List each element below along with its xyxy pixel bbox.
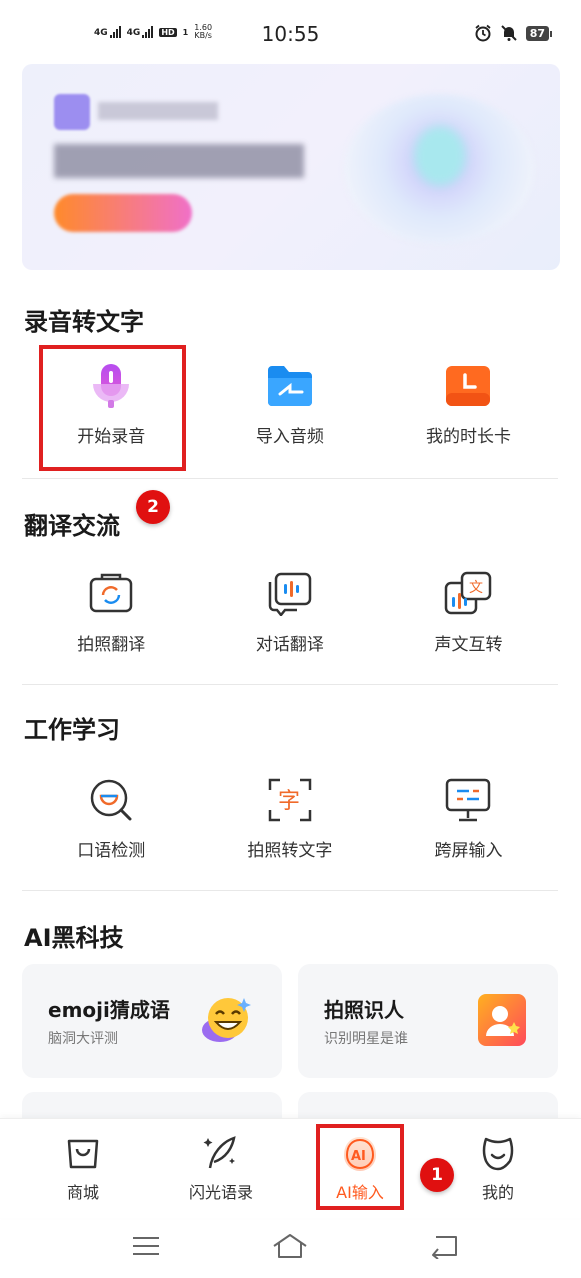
import-audio-label: 导入音频 [255,427,324,447]
nav-quotes[interactable]: 闪光语录 [171,1133,271,1203]
annotation-badge-2: 2 [136,490,170,524]
status-icons: 87 [474,24,553,42]
nav-quotes-label: 闪光语录 [188,1183,253,1202]
cross-screen-icon [444,776,492,824]
translate-grid: 拍照翻译 对话翻译 文 声文互转 [22,570,558,655]
speech-check-icon [87,776,135,824]
banner-title-blur [54,144,304,178]
scan-text-button[interactable]: 字 拍照转文字 [201,776,380,861]
duration-card-label: 我的时长卡 [425,427,511,447]
bottom-navigation: 商城 闪光语录 AI AI输入 我的 [0,1118,581,1218]
banner-cta-button[interactable] [54,194,192,232]
cross-screen-button[interactable]: 跨屏输入 [379,776,558,861]
photo-translate-label: 拍照翻译 [77,635,146,655]
folder-icon [266,362,314,410]
banner-logo [54,94,90,130]
section-title-work: 工作学习 [24,716,120,744]
system-navigation-bar [0,1218,581,1278]
back-icon[interactable] [424,1230,464,1262]
face-recognition-subtitle: 识别明星是谁 [324,1031,408,1047]
nav-shop[interactable]: 商城 [33,1133,133,1203]
status-bar: 4G 4G HD 1 1.60 KB/s 10:55 87 [0,0,581,70]
section-title-translate: 翻译交流 [24,512,120,540]
divider [22,890,558,891]
svg-text:字: 字 [278,789,300,814]
photo-translate-button[interactable]: 拍照翻译 [22,570,201,655]
emoji-idiom-subtitle: 脑洞大评测 [48,1031,118,1047]
divider [22,478,558,479]
quill-sparkle-icon [201,1133,241,1173]
nav-shop-label: 商城 [66,1183,99,1202]
nav-profile-label: 我的 [481,1183,514,1202]
voice-text-convert-label: 声文互转 [434,635,503,655]
face-recognition-card[interactable]: 拍照识人 识别明星是谁 [298,964,558,1078]
import-audio-button[interactable]: 导入音频 [201,362,380,447]
banner-mascot-glow [414,126,466,186]
camera-translate-icon [87,570,135,618]
voice-text-convert-button[interactable]: 文 声文互转 [379,570,558,655]
scan-text-icon: 字 [266,776,314,824]
face-recognition-icon [478,994,526,1046]
profile-face-icon [478,1133,518,1173]
alarm-icon [475,24,491,42]
face-recognition-title: 拍照识人 [324,998,404,1022]
scan-text-label: 拍照转文字 [247,841,333,861]
annotation-highlight-ai-input [316,1124,404,1210]
annotation-highlight-start-recording [39,345,186,471]
banner-subtitle-blur [98,102,218,120]
duration-card-button[interactable]: 我的时长卡 [379,362,558,447]
section-title-ai: AI黑科技 [24,924,124,952]
battery-icon: 87 [525,25,553,41]
dialog-translate-icon [266,570,314,618]
nav-profile[interactable]: 我的 [448,1133,548,1203]
cross-screen-label: 跨屏输入 [434,841,503,861]
work-grid: 口语检测 字 拍照转文字 跨屏输入 [22,776,558,861]
menu-icon[interactable] [126,1230,166,1262]
voice-text-convert-icon: 文 [444,570,492,618]
speech-check-label: 口语检测 [77,841,146,861]
shop-bag-icon [63,1133,103,1173]
emoji-idiom-card[interactable]: emoji猜成语 脑洞大评测 [22,964,282,1078]
emoji-face-icon [202,998,251,1042]
mute-icon [500,25,517,41]
clock-card-icon [444,362,492,410]
section-title-recording: 录音转文字 [24,308,144,336]
emoji-idiom-title: emoji猜成语 [48,998,170,1022]
svg-text:文: 文 [469,580,483,596]
home-icon[interactable] [270,1230,310,1262]
promo-banner[interactable] [22,64,560,270]
dialog-translate-label: 对话翻译 [255,635,324,655]
speech-check-button[interactable]: 口语检测 [22,776,201,861]
annotation-badge-1: 1 [420,1158,454,1192]
divider [22,684,558,685]
dialog-translate-button[interactable]: 对话翻译 [201,570,380,655]
